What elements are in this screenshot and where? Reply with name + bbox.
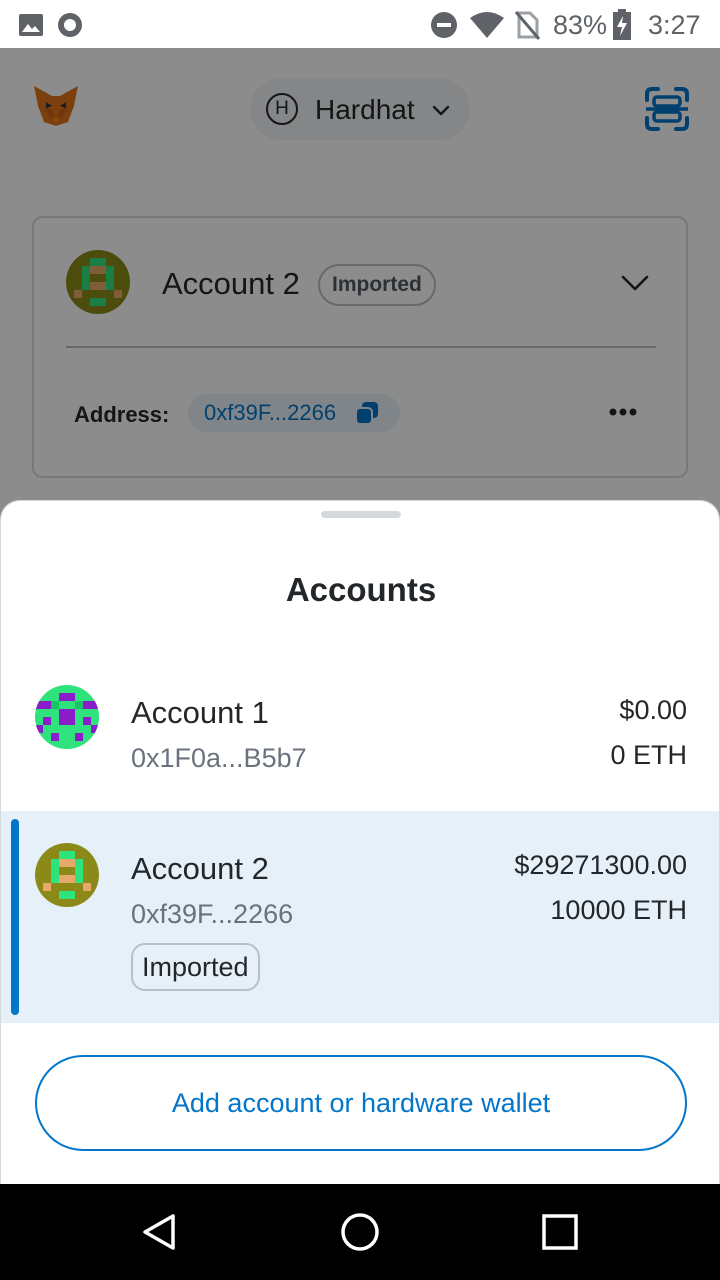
status-bar: 83% 3:27 [0,0,720,48]
account-row[interactable]: Account 1 0x1F0a...B5b7 $0.00 0 ETH [1,651,719,809]
sheet-title: Accounts [285,571,437,608]
do-not-disturb-icon [431,12,457,38]
account-name: Account 1 [131,695,269,730]
sheet-drag-handle[interactable] [321,511,401,518]
wifi-icon [470,12,504,38]
no-sim-icon [514,11,540,40]
add-account-button[interactable]: Add account or hardware wallet [35,1055,687,1151]
back-triangle-icon[interactable] [140,1212,180,1252]
record-icon [58,13,82,37]
fiat-balance: $29271300.00 [514,850,687,880]
eth-balance: 10000 ETH [550,895,687,925]
fiat-balance: $0.00 [619,695,687,725]
recents-square-icon[interactable] [540,1212,580,1252]
image-icon [19,14,43,36]
account-name: Account 2 [131,851,269,886]
account-address: 0xf39F...2266 [131,899,294,929]
account-address: 0x1F0a...B5b7 [131,743,307,773]
system-nav-bar [0,1184,720,1280]
battery-charging-icon [613,9,631,40]
account-avatar [35,685,99,749]
account-row-selected[interactable]: Account 2 0xf39F...2266 $29271300.00 100… [1,811,719,1023]
accounts-sheet: Accounts Account 1 0x1F0a...B5b7 $0.00 0… [0,500,720,1184]
imported-tag: Imported [131,943,260,991]
battery-percent: 83% [553,10,608,40]
clock: 3:27 [648,10,701,40]
selected-indicator [11,819,19,1015]
eth-balance: 0 ETH [610,740,687,770]
account-avatar [35,843,99,907]
home-circle-icon[interactable] [340,1212,380,1252]
